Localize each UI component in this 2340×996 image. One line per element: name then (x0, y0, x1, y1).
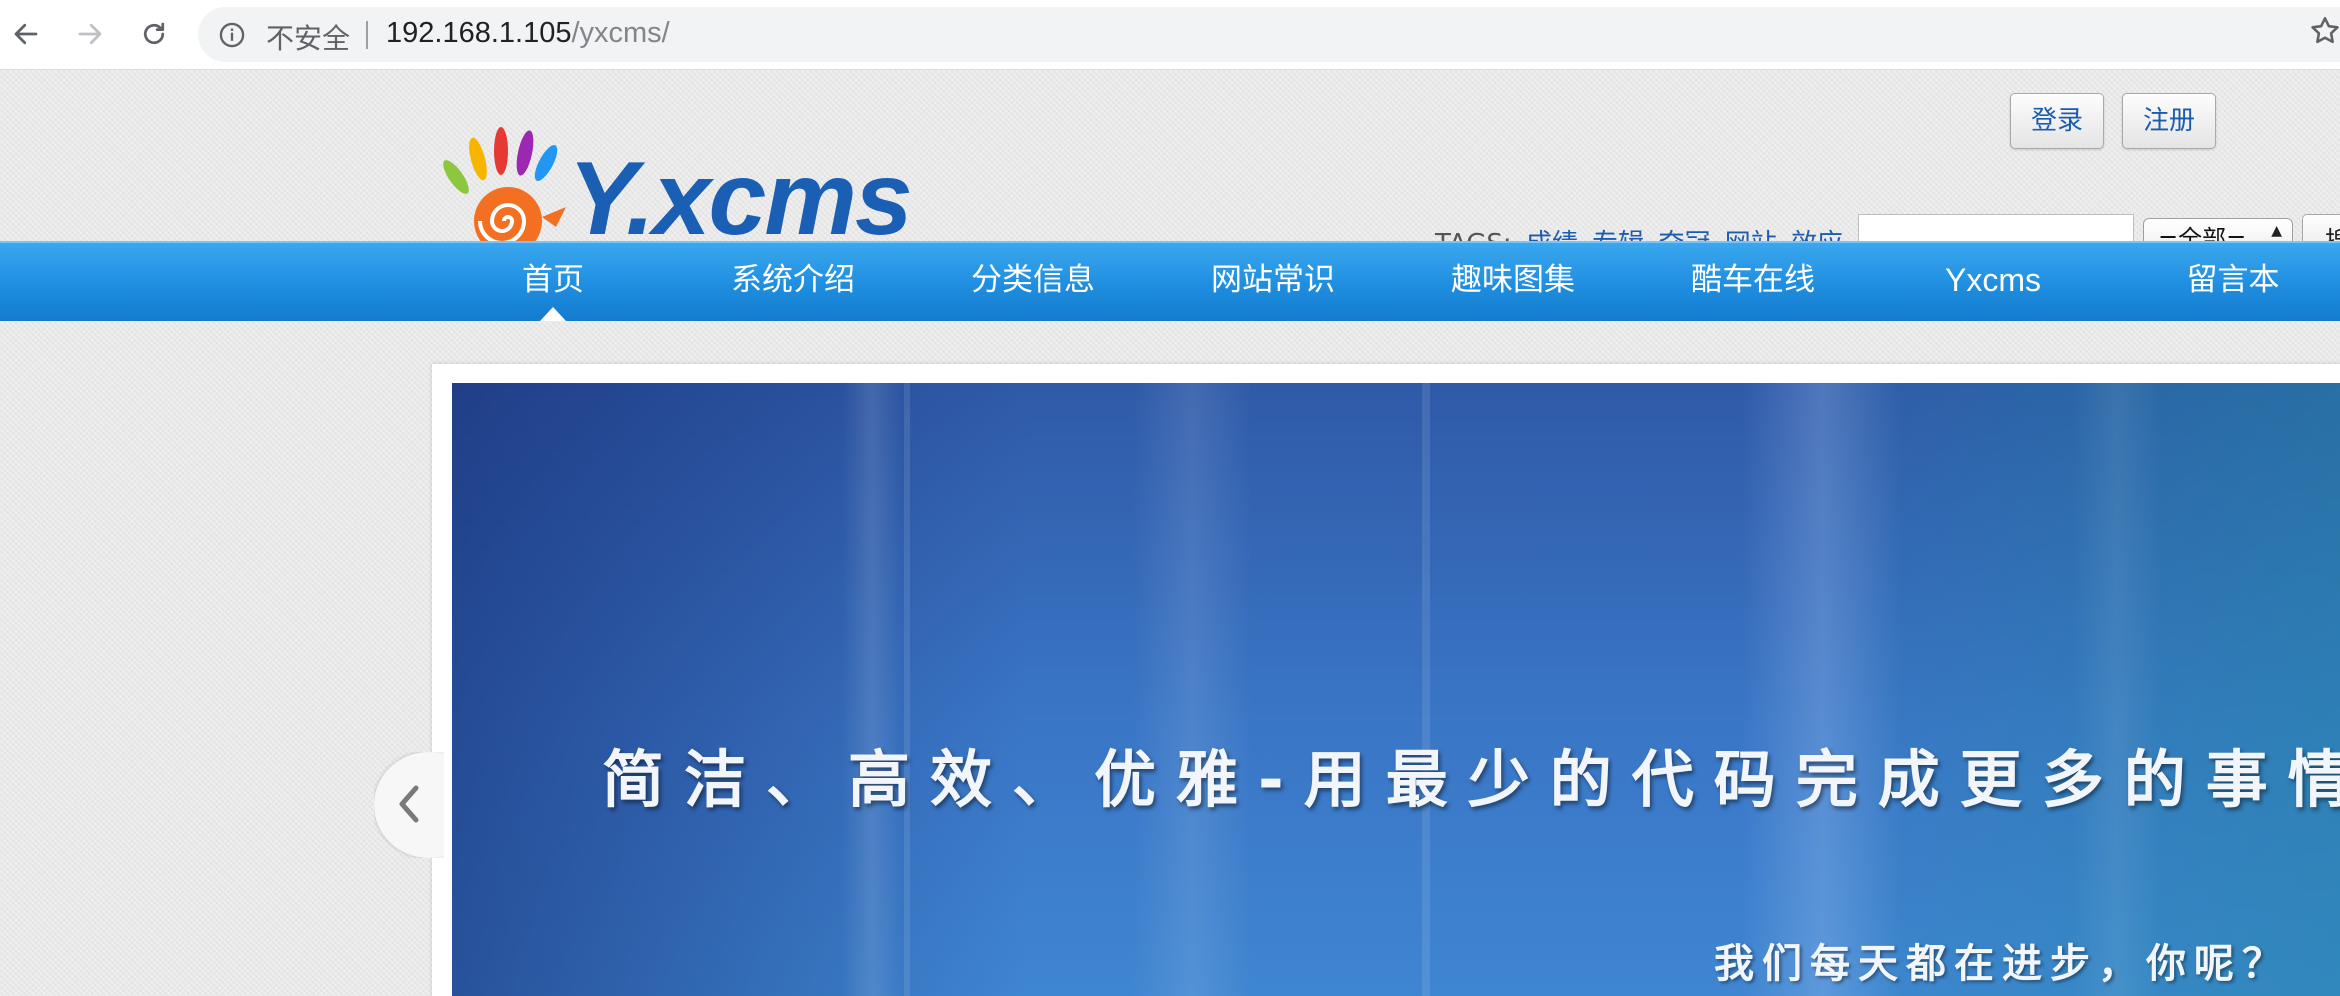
active-nav-indicator (540, 307, 566, 321)
forward-button[interactable] (70, 14, 110, 54)
light-beam (1132, 383, 1252, 996)
nav-item-guestbook[interactable]: 留言本 (2187, 243, 2280, 321)
light-beam (904, 383, 910, 996)
url-host: 192.168.1.105 (386, 17, 572, 49)
bookmark-star-icon[interactable] (2308, 14, 2340, 48)
address-bar[interactable]: 不安全 192.168.1.105/yxcms/ (198, 7, 2340, 62)
light-beam (2072, 383, 2162, 996)
info-icon[interactable] (218, 21, 246, 49)
reload-button[interactable] (134, 14, 174, 54)
nav-item-cool-cars[interactable]: 酷车在线 (1691, 243, 1815, 321)
banner-slide[interactable]: 简洁、高效、优雅-用最少的代码完成更多的事情 我们每天都在进步，你呢？ (452, 383, 2340, 996)
logo-text: Y.xcms (568, 141, 911, 257)
url-path: /yxcms/ (571, 17, 670, 49)
nav-item-categories[interactable]: 分类信息 (971, 243, 1095, 321)
nav-item-system-intro[interactable]: 系统介绍 (731, 243, 855, 321)
register-button[interactable]: 注册 (2122, 93, 2217, 149)
security-status[interactable]: 不安全 (266, 17, 350, 57)
light-beam (1742, 383, 1902, 996)
banner-subline: 我们每天都在进步，你呢？ (1714, 941, 2290, 987)
light-beam (842, 383, 902, 996)
reload-icon (143, 22, 165, 45)
back-button[interactable] (6, 14, 46, 54)
forward-arrow-icon (78, 23, 102, 45)
nav-item-yxcms[interactable]: Yxcms (1945, 243, 2041, 321)
url-text[interactable]: 192.168.1.105/yxcms/ (386, 17, 670, 50)
main-nav: 首页 系统介绍 分类信息 网站常识 趣味图集 酷车在线 Yxcms 留言本 (0, 241, 2340, 321)
address-separator (366, 21, 368, 49)
nav-item-fun-gallery[interactable]: 趣味图集 (1451, 243, 1575, 321)
browser-toolbar: 不安全 192.168.1.105/yxcms/ (0, 0, 2340, 70)
light-beam (1422, 383, 1430, 996)
banner-headline: 简洁、高效、优雅-用最少的代码完成更多的事情 (602, 743, 2340, 816)
chevron-left-icon (399, 785, 419, 823)
back-arrow-icon (14, 23, 38, 45)
nav-item-site-knowledge[interactable]: 网站常识 (1211, 243, 1335, 321)
login-button[interactable]: 登录 (2010, 93, 2105, 149)
